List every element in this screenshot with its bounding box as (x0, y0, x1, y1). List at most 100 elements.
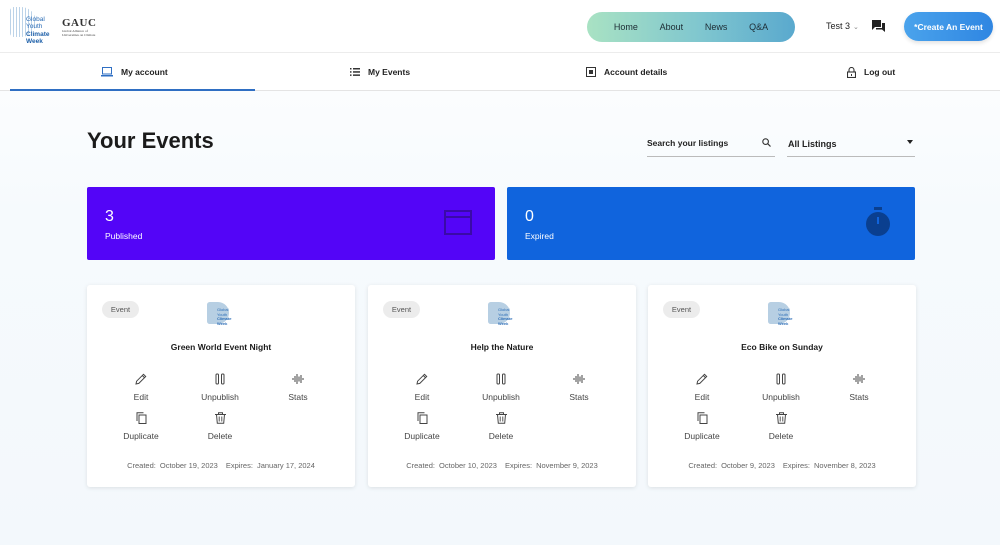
duplicate-button[interactable]: Duplicate (106, 412, 176, 441)
event-title: Help the Nature (470, 342, 534, 352)
stats-button[interactable]: Stats (263, 373, 333, 402)
copy-icon (417, 412, 427, 424)
pause-icon (776, 373, 786, 385)
pencil-icon (416, 373, 428, 385)
delete-label: Delete (488, 431, 514, 441)
expired-stat-card[interactable]: 0 Expired (507, 187, 915, 260)
created-label: Created: (127, 461, 156, 470)
gauc-logo-name: GAUC (62, 17, 97, 29)
unpublish-label: Unpublish (201, 392, 239, 402)
event-logo: Global Youth Climate Week (488, 302, 518, 328)
edit-button[interactable]: Edit (667, 373, 737, 402)
create-event-button[interactable]: *Create An Event (904, 12, 993, 41)
search-icon[interactable] (762, 138, 771, 147)
edit-label: Edit (133, 392, 149, 402)
tab-my-events[interactable]: My Events (350, 53, 410, 91)
event-logo-text: Week (217, 320, 228, 326)
event-logo: Global Youth Climate Week (207, 302, 237, 328)
tab-label: My account (121, 67, 168, 77)
unpublish-label: Unpublish (482, 392, 520, 402)
nav-about-link[interactable]: About (660, 22, 684, 32)
duplicate-button[interactable]: Duplicate (387, 412, 457, 441)
created-date: October 19, 2023 (159, 461, 218, 470)
trash-icon (495, 412, 507, 424)
delete-button[interactable]: Delete (185, 412, 255, 441)
stats-label: Stats (569, 392, 589, 402)
search-box (647, 130, 775, 157)
logo-text-line: Climate (26, 31, 50, 38)
nav-news-link[interactable]: News (705, 22, 728, 32)
unpublish-button[interactable]: Unpublish (746, 373, 816, 402)
duplicate-label: Duplicate (123, 431, 159, 441)
logo-text-line: Youth (26, 23, 43, 30)
expires-date: November 8, 2023 (813, 461, 876, 470)
stats-label: Stats (288, 392, 308, 402)
waveform-icon (292, 374, 304, 384)
stats-label: Stats (849, 392, 869, 402)
stats-button[interactable]: Stats (824, 373, 894, 402)
account-tabs: My account My Events Account details Log… (0, 53, 1000, 91)
event-logo-text: Week (498, 320, 509, 326)
created-date: October 10, 2023 (439, 461, 497, 470)
published-stat-card[interactable]: 3 Published (87, 187, 495, 260)
user-name: Test 3 (826, 21, 851, 31)
laptop-icon (101, 67, 113, 77)
nav-home-link[interactable]: Home (614, 22, 638, 32)
calendar-icon (444, 210, 472, 235)
event-type-badge: Event (383, 301, 420, 318)
edit-button[interactable]: Edit (387, 373, 457, 402)
waveform-icon (853, 374, 865, 384)
list-icon (350, 68, 360, 76)
event-dates: Created: October 9, 2023 Expires: November … (648, 461, 916, 470)
edit-button[interactable]: Edit (106, 373, 176, 402)
duplicate-label: Duplicate (684, 431, 720, 441)
search-input[interactable] (647, 138, 757, 148)
chat-icon[interactable] (872, 20, 885, 32)
expires-label: Expires: (225, 461, 253, 470)
site-header: Global Youth Climate Week GAUC Global Al… (0, 0, 1000, 53)
duplicate-label: Duplicate (404, 431, 440, 441)
expired-label: Expired (525, 231, 554, 241)
delete-label: Delete (768, 431, 794, 441)
event-card: Event Global Youth Climate Week Eco Bike… (648, 285, 916, 487)
waveform-icon (573, 374, 585, 384)
gauc-logo-subtitle: Universities on Climate (62, 33, 96, 37)
tab-log-out[interactable]: Log out (847, 53, 895, 91)
unpublish-label: Unpublish (762, 392, 800, 402)
expires-label: Expires: (504, 461, 533, 470)
listings-filter-select[interactable]: All Listings (787, 130, 915, 157)
event-logo: Global Youth Climate Week (768, 302, 798, 328)
delete-button[interactable]: Delete (466, 412, 536, 441)
user-menu[interactable]: Test 3 ⌄ (826, 21, 859, 31)
trash-icon (775, 412, 787, 424)
listings-filter-value: All Listings (788, 139, 837, 149)
copy-icon (136, 412, 146, 424)
pencil-icon (135, 373, 147, 385)
tab-my-account[interactable]: My account (101, 53, 168, 91)
stopwatch-icon (866, 207, 890, 236)
gauc-logo[interactable]: GAUC Global Alliance of Universities on … (62, 17, 104, 37)
edit-label: Edit (694, 392, 710, 402)
tab-label: Log out (864, 67, 896, 77)
delete-button[interactable]: Delete (746, 412, 816, 441)
unpublish-button[interactable]: Unpublish (466, 373, 536, 402)
stats-button[interactable]: Stats (544, 373, 614, 402)
event-logo-text: Week (778, 320, 789, 326)
event-card: Event Global Youth Climate Week Help the… (368, 285, 636, 487)
unpublish-button[interactable]: Unpublish (185, 373, 255, 402)
created-label: Created: (406, 461, 435, 470)
edit-label: Edit (414, 392, 430, 402)
logo-text-line: Week (26, 38, 43, 45)
tab-account-details[interactable]: Account details (586, 53, 667, 91)
global-youth-climate-week-logo[interactable]: Global Youth Climate Week (10, 7, 50, 47)
event-card: Event Global Youth Climate Week Green Wo… (87, 285, 355, 487)
pause-icon (215, 373, 225, 385)
caret-down-icon (907, 140, 913, 144)
nav-qa-link[interactable]: Q&A (749, 22, 768, 32)
expires-date: November 9, 2023 (536, 461, 598, 470)
event-dates: Created: October 10, 2023 Expires: November… (368, 461, 636, 470)
tab-label: My Events (368, 67, 411, 77)
delete-label: Delete (207, 431, 233, 441)
event-type-badge: Event (102, 301, 139, 318)
duplicate-button[interactable]: Duplicate (667, 412, 737, 441)
